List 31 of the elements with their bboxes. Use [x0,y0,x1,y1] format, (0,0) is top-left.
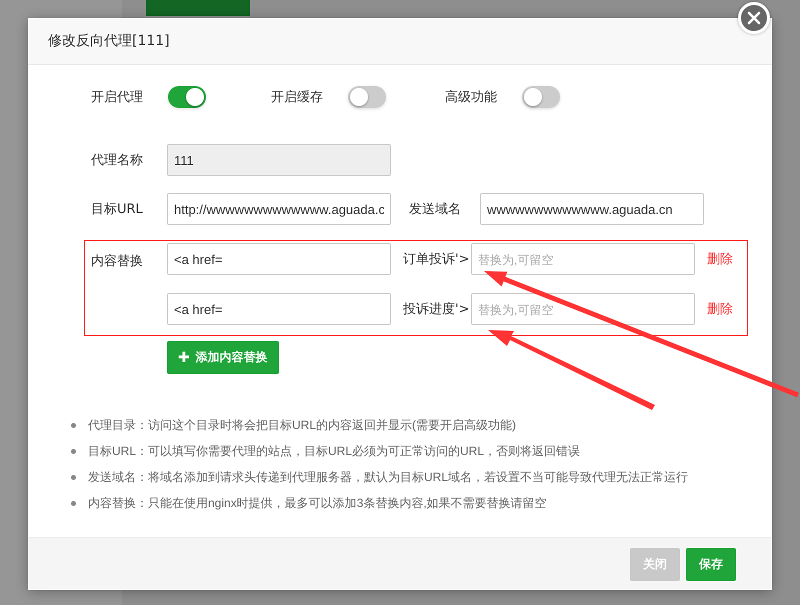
plus-icon: ✚ [178,350,190,366]
field-label: 代理名称 [91,152,144,169]
toggle-switch[interactable] [348,86,386,108]
field-label: 发送域名 [409,201,462,218]
toggle-label: 开启缓存 [271,89,324,106]
suffix-label: 投诉进度'> [403,301,470,318]
note-text: 发送域名：将域名添加到请求头传递到代理服务器，默认为目标URL域名，若设置不当可能导致代理无法正常运行 [88,469,688,486]
dialog-title: 修改反向代理[111] [48,32,170,50]
note-text: 内容替换：只能在使用nginx时提供，最多可以添加3条替换内容,如果不需要替换请留空 [88,495,547,512]
bullet-icon [71,448,76,454]
input-field[interactable]: 替换为,可留空 [471,243,695,275]
add-proxy-button[interactable] [146,0,250,16]
input-field[interactable]: <a href= [167,243,391,275]
note-text: 代理目录：访问这个目录时将会把目标URL的内容返回并显示(需要开启高级功能) [88,417,516,434]
toggle-switch[interactable] [168,86,206,108]
close-icon[interactable] [738,2,770,34]
input-field[interactable]: wwwwwwwwwwwww.aguada.cn [480,193,704,225]
input-field[interactable]: <a href= [167,293,391,325]
toggle-label: 开启代理 [91,89,144,106]
field-label: 内容替换 [91,253,144,270]
bullet-icon [71,422,76,428]
bullet-icon [71,474,76,480]
input-field[interactable]: 替换为,可留空 [471,293,695,325]
toggle-switch[interactable] [522,86,560,108]
delete-link[interactable]: 删除 [707,250,733,268]
field-label: 目标URL [91,201,144,218]
note-text: 目标URL：可以填写你需要代理的站点，目标URL必须为可正常访问的URL，否则将返回错误 [88,443,580,460]
bullet-icon [71,500,76,506]
delete-link[interactable]: 删除 [707,300,733,318]
suffix-label: 订单投诉'> [403,251,470,268]
toggle-label: 高级功能 [445,89,498,106]
